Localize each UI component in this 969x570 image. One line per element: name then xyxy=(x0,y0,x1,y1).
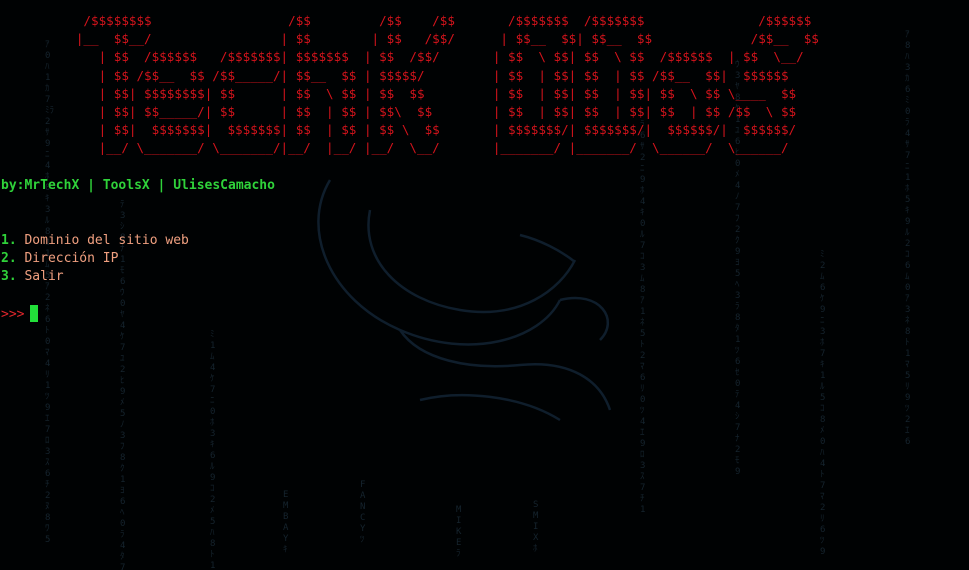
credits-contributor: UlisesCamacho xyxy=(173,178,275,193)
prompt-symbol: >>> xyxy=(1,307,25,322)
banner-line: |__/ \_______/ \_______/|__/ |__/ |__/ \… xyxy=(0,140,797,156)
banner-line: | $$ /$$__ $$ /$$_____/| $$__ $$ | $$$$$… xyxy=(0,67,797,83)
input-prompt[interactable]: >>> xyxy=(1,305,39,324)
credits-separator: | xyxy=(149,178,174,193)
banner-line: | $$| $$$$$$$| $$$$$$$| $$ | $$ | $$ \ $… xyxy=(0,122,797,138)
menu-option-number: 3. xyxy=(1,269,17,284)
banner-line: /$$$$$$$$ /$$ /$$ /$$ /$$$$$$$ /$$$$$$$ … xyxy=(0,13,819,28)
ascii-art-banner: /$$$$$$$$ /$$ /$$ /$$ /$$$$$$$ /$$$$$$$ … xyxy=(0,12,819,158)
credits-author: by:MrTechX xyxy=(1,178,80,193)
menu-option-domain[interactable]: 1. Dominio del sitio web xyxy=(1,232,189,250)
credits-separator: | xyxy=(79,178,103,193)
terminal-window[interactable]: ｱ0ﾊ1ｶ7ﾐﾗ2ｻ9ﾆ4ﾎ0ｷ3ﾙ8ｺ1ﾑ5ｱ2ﾈ6ﾄ0ﾏ4ﾘ1ﾂ9ｴ7ﾛ3ｽ… xyxy=(0,0,969,570)
options-menu: 1. Dominio del sitio web 2. Dirección IP… xyxy=(1,232,189,286)
banner-line: | $$| $$_____/| $$ | $$ | $$ | $$\ $$ | … xyxy=(0,104,797,120)
banner-line: |__ $$__/ | $$ | $$ /$$/ | $$__ $$| $$__… xyxy=(0,31,819,47)
menu-option-label: Salir xyxy=(24,269,64,284)
menu-option-label: Dirección IP xyxy=(24,251,119,266)
credits-tool: ToolsX xyxy=(102,178,150,193)
text-cursor[interactable] xyxy=(30,305,39,322)
credits-line: by:MrTechX | ToolsX | UlisesCamacho xyxy=(1,178,275,193)
menu-option-label: Dominio del sitio web xyxy=(24,233,189,248)
banner-line: | $$ /$$$$$$ /$$$$$$$| $$$$$$$ | $$ /$$/… xyxy=(0,49,804,65)
menu-option-exit[interactable]: 3. Salir xyxy=(1,268,189,286)
menu-option-ip[interactable]: 2. Dirección IP xyxy=(1,250,189,268)
terminal-output: /$$$$$$$$ /$$ /$$ /$$ /$$$$$$$ /$$$$$$$ … xyxy=(0,0,969,570)
menu-option-number: 2. xyxy=(1,251,17,266)
menu-option-number: 1. xyxy=(1,233,17,248)
banner-line: | $$| $$$$$$$$| $$ | $$ \ $$ | $$ $$ | $… xyxy=(0,85,797,101)
